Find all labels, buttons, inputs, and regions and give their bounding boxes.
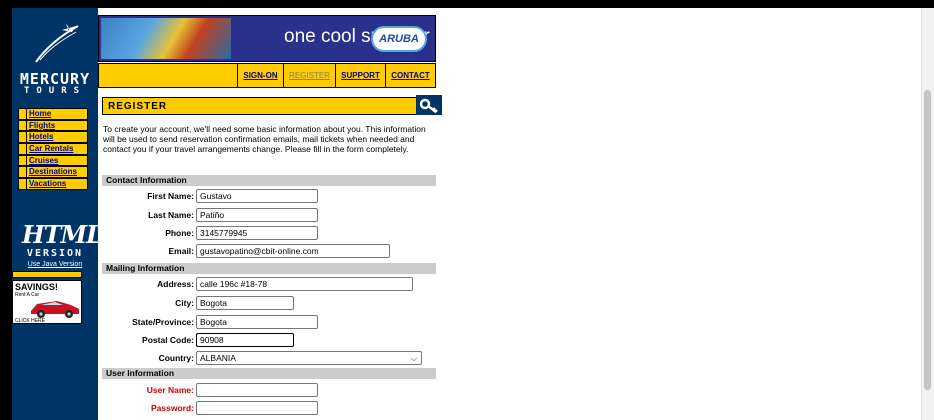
state-field[interactable]: Bogota (196, 315, 318, 329)
sidebar-item-label[interactable]: Hotels (27, 132, 87, 143)
country-label: Country: (158, 353, 194, 363)
sidebar-item-marker (19, 144, 27, 154)
key-icon-box (416, 95, 442, 115)
email-field[interactable]: gustavopatino@cbit-online.com (196, 244, 390, 258)
sidebar-item-vacations[interactable]: Vacations (18, 178, 88, 190)
phone-field[interactable]: 3145779945 (196, 226, 318, 240)
sidebar-item-marker (19, 120, 27, 131)
chevron-down-icon: ⌵ (410, 354, 417, 363)
country-select[interactable]: ALBANIA ⌵ (196, 351, 422, 365)
top-nav-sign-on[interactable]: SIGN-ON (237, 64, 283, 87)
address-label: Address: (157, 279, 194, 289)
contact-info-header: Contact Information (102, 175, 436, 186)
sidebar-item-car-rentals[interactable]: Car Rentals (18, 143, 88, 155)
page-title-bar: REGISTER (102, 95, 442, 115)
version-label: VERSION (26, 248, 84, 259)
city-field[interactable]: Bogota (196, 296, 294, 310)
top-nav-support[interactable]: SUPPORT (335, 64, 385, 87)
key-icon (419, 98, 438, 113)
sidebar-item-label[interactable]: Destinations (27, 167, 87, 178)
user-name-field[interactable] (196, 383, 318, 397)
first-name-label: First Name: (147, 191, 194, 201)
java-version-link[interactable]: Use Java Version (12, 261, 98, 268)
sidebar-item-marker (19, 167, 27, 178)
top-nav-contact[interactable]: CONTACT (385, 64, 435, 87)
last-name-label: Last Name: (148, 210, 194, 220)
sidebar-item-cruises[interactable]: Cruises (18, 154, 88, 167)
state-label: State/Province: (132, 317, 194, 327)
top-nav-register[interactable]: REGISTER (283, 64, 335, 87)
intro-text: To create your account, we'll need some … (103, 124, 426, 154)
country-selected-value: ALBANIA (200, 353, 236, 363)
promo-header-bar (12, 271, 82, 278)
page-title: REGISTER (108, 101, 168, 112)
logo-subtext: TOURS (23, 86, 87, 96)
sidebar-item-marker (19, 109, 27, 119)
mailing-info-header: Mailing Information (102, 263, 436, 274)
window-top-bar (0, 0, 934, 8)
sidebar-item-label[interactable]: Cruises (27, 155, 87, 166)
banner-photo (101, 18, 231, 59)
sidebar-item-marker (19, 155, 27, 166)
sidebar-item-label[interactable]: Home (27, 109, 87, 119)
last-name-field[interactable]: Patiño (196, 208, 318, 222)
city-label: City: (175, 298, 194, 308)
scrollbar-thumb[interactable] (924, 90, 931, 390)
user-info-header: User Information (102, 368, 436, 379)
postal-code-field[interactable]: 90908 (196, 333, 294, 347)
top-nav: SIGN-ON REGISTER SUPPORT CONTACT (98, 63, 436, 88)
sidebar-item-hotels[interactable]: Hotels (18, 131, 88, 144)
postal-code-label: Postal Code: (142, 335, 194, 345)
aruba-logo: ARUBA (371, 26, 427, 52)
sidebar-item-flights[interactable]: Flights (18, 119, 88, 132)
user-name-label: User Name: (146, 385, 194, 395)
sidebar-item-marker (19, 179, 27, 189)
email-label: Email: (168, 246, 194, 256)
html-badge: HTML (22, 220, 103, 249)
car-icon (31, 301, 79, 318)
sidebar-item-destinations[interactable]: Destinations (18, 166, 88, 179)
banner-ad[interactable]: one cool summer ARUBA (98, 15, 436, 62)
side-nav: Home Flights Hotels Car Rentals Cruises Desti… (18, 108, 88, 190)
promo-click-here: CLICK HERE (15, 318, 46, 324)
sidebar-item-label[interactable]: Flights (27, 120, 87, 131)
password-field[interactable] (196, 401, 318, 415)
airplane-logo-icon (35, 24, 79, 63)
sidebar-item-label[interactable]: Car Rentals (27, 144, 87, 154)
sidebar: MERCURY TOURS Home Flights Hotels Car Renta… (12, 8, 103, 420)
car-rental-promo[interactable]: SAVINGS! Rent A Car CLICK HERE (12, 280, 82, 324)
password-label: Password: (151, 403, 194, 413)
sidebar-item-marker (19, 132, 27, 143)
window-left-bar (0, 8, 12, 420)
promo-title: SAVINGS! (15, 282, 58, 292)
first-name-field[interactable]: Gustavo (196, 189, 318, 203)
phone-label: Phone: (165, 228, 194, 238)
sidebar-item-home[interactable]: Home (18, 108, 88, 120)
sidebar-item-label[interactable]: Vacations (27, 179, 87, 189)
address-field[interactable]: calle 196c #18-78 (196, 277, 413, 291)
